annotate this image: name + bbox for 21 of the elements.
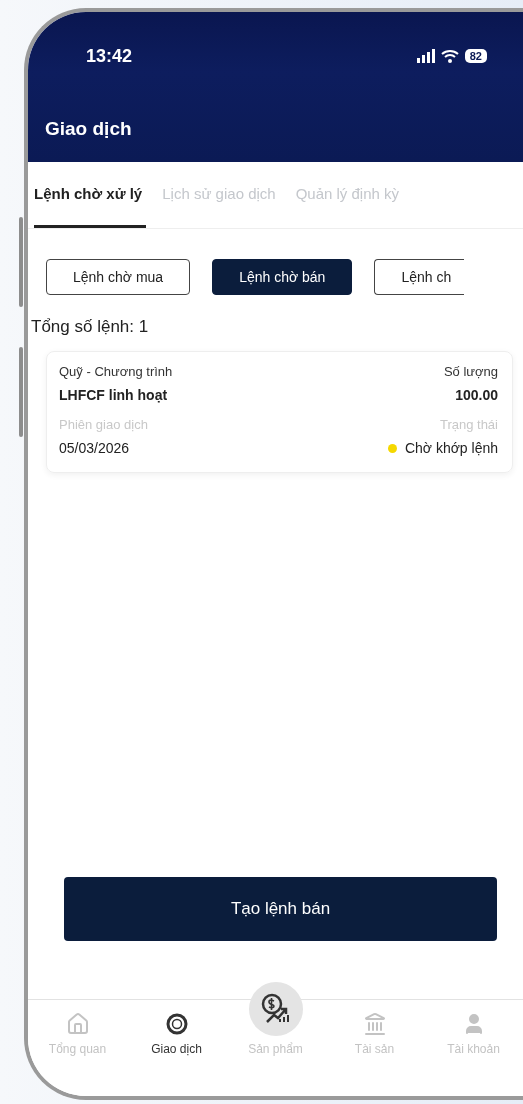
nav-item[interactable]: Giao dịch — [127, 1000, 226, 1096]
field-label: Số lượng — [442, 364, 498, 379]
status-text: Chờ khớp lệnh — [404, 440, 498, 456]
bank-icon — [362, 1012, 387, 1036]
home-icon — [65, 1012, 90, 1036]
status-time: 13:42 — [86, 45, 133, 67]
battery-level: 82 — [464, 49, 487, 63]
filter-button[interactable]: Lệnh chờ mua — [46, 259, 191, 295]
filter-button[interactable]: Lệnh chờ bán — [212, 259, 353, 295]
field-label: Quỹ - Chương trình — [59, 364, 174, 379]
fund-name: LHFCF linh hoạt — [59, 387, 169, 403]
order-count: Tổng số lệnh: 1 — [30, 316, 150, 337]
create-order-button[interactable]: Tạo lệnh bán — [64, 877, 497, 941]
page-title: Giao dịch — [45, 118, 132, 140]
signal-icon — [416, 49, 435, 63]
session-date: 05/03/2026 — [59, 440, 131, 456]
coin-cycle-icon — [164, 1012, 189, 1036]
quantity-value: 100.00 — [454, 387, 498, 403]
filter-button[interactable]: Lệnh ch — [374, 259, 465, 295]
tab[interactable]: Lệnh chờ xử lý — [34, 162, 147, 228]
wifi-icon — [440, 49, 459, 63]
